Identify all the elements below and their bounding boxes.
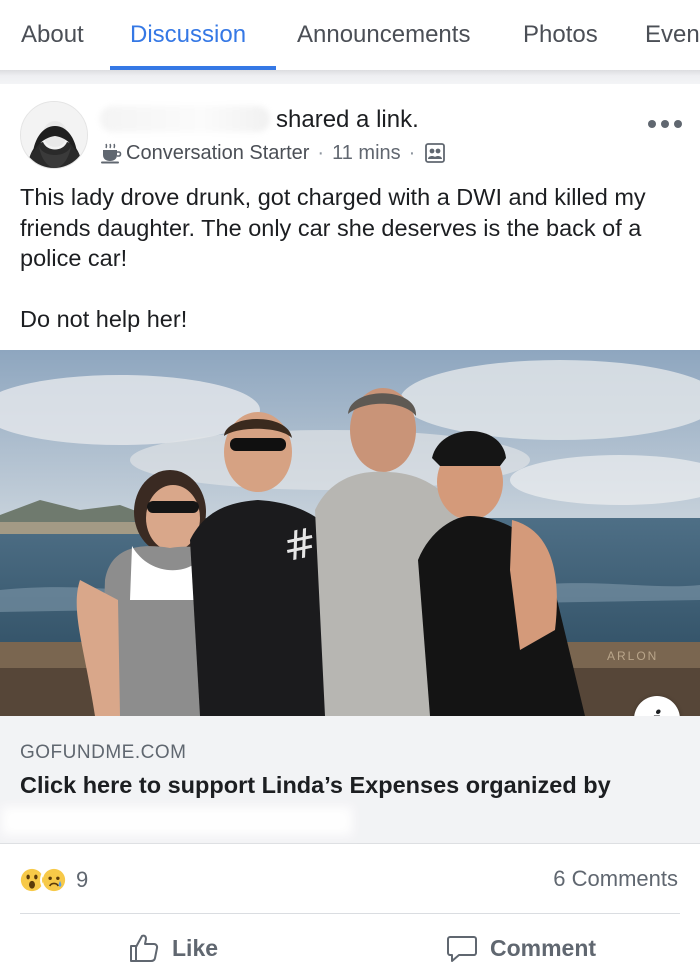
tab-events[interactable]: Even	[645, 0, 700, 70]
tab-announcements[interactable]: Announcements	[297, 0, 470, 70]
post-body: This lady drove drunk, got charged with …	[20, 182, 690, 334]
comment-label: Comment	[490, 934, 597, 961]
post-timestamp[interactable]: 11 mins	[332, 142, 401, 165]
tab-discussion[interactable]: Discussion	[130, 0, 246, 70]
actions-divider	[20, 913, 680, 914]
post-paragraph: Do not help her!	[20, 305, 188, 332]
link-domain: GOFUNDME.COM	[20, 742, 187, 763]
more-dot-icon	[648, 120, 656, 128]
tab-about[interactable]: About	[21, 0, 84, 70]
tab-bar-shadow	[0, 70, 700, 84]
avatar[interactable]	[20, 101, 88, 169]
more-dot-icon	[674, 120, 682, 128]
post-action-text: shared a link.	[276, 106, 419, 133]
more-options-button[interactable]	[648, 112, 682, 136]
meta-separator: ·	[408, 141, 416, 164]
comment-bubble-icon	[447, 936, 477, 962]
comments-count-link[interactable]: 6 Comments	[553, 866, 678, 892]
link-preview-photo[interactable]: ARLON #	[0, 350, 700, 716]
comment-button[interactable]: Comment	[446, 930, 596, 966]
thumbs-up-icon	[130, 934, 159, 962]
like-button[interactable]: Like	[128, 930, 218, 966]
blurred-organizer-name	[2, 807, 352, 835]
avatar-image	[21, 102, 87, 168]
reaction-summary[interactable]: 9	[18, 864, 88, 896]
photo-sign-text: ARLON	[607, 649, 658, 663]
link-preview-caption[interactable]: GOFUNDME.COM Click here to support Linda…	[0, 716, 700, 844]
group-icon	[425, 143, 446, 163]
meta-separator: ·	[317, 141, 325, 164]
tab-photos[interactable]: Photos	[523, 0, 598, 70]
coffee-cup-icon	[101, 143, 122, 164]
like-label: Like	[172, 934, 219, 961]
sad-reaction-icon	[40, 866, 68, 894]
link-title: Click here to support Linda’s Expenses o…	[20, 772, 611, 798]
group-tab-bar: About Discussion Announcements Photos Ev…	[0, 0, 700, 70]
post-meta: Conversation Starter · 11 mins ·	[100, 139, 446, 167]
post-paragraph: This lady drove drunk, got charged with …	[20, 184, 646, 271]
reaction-count: 9	[76, 867, 89, 892]
blurred-author-name	[100, 106, 270, 132]
more-dot-icon	[661, 120, 669, 128]
post-card: shared a link. Conversation Starter · 11…	[0, 84, 700, 976]
group-photo-image: ARLON #	[0, 350, 700, 716]
conversation-starter-badge[interactable]: Conversation Starter	[126, 142, 309, 165]
